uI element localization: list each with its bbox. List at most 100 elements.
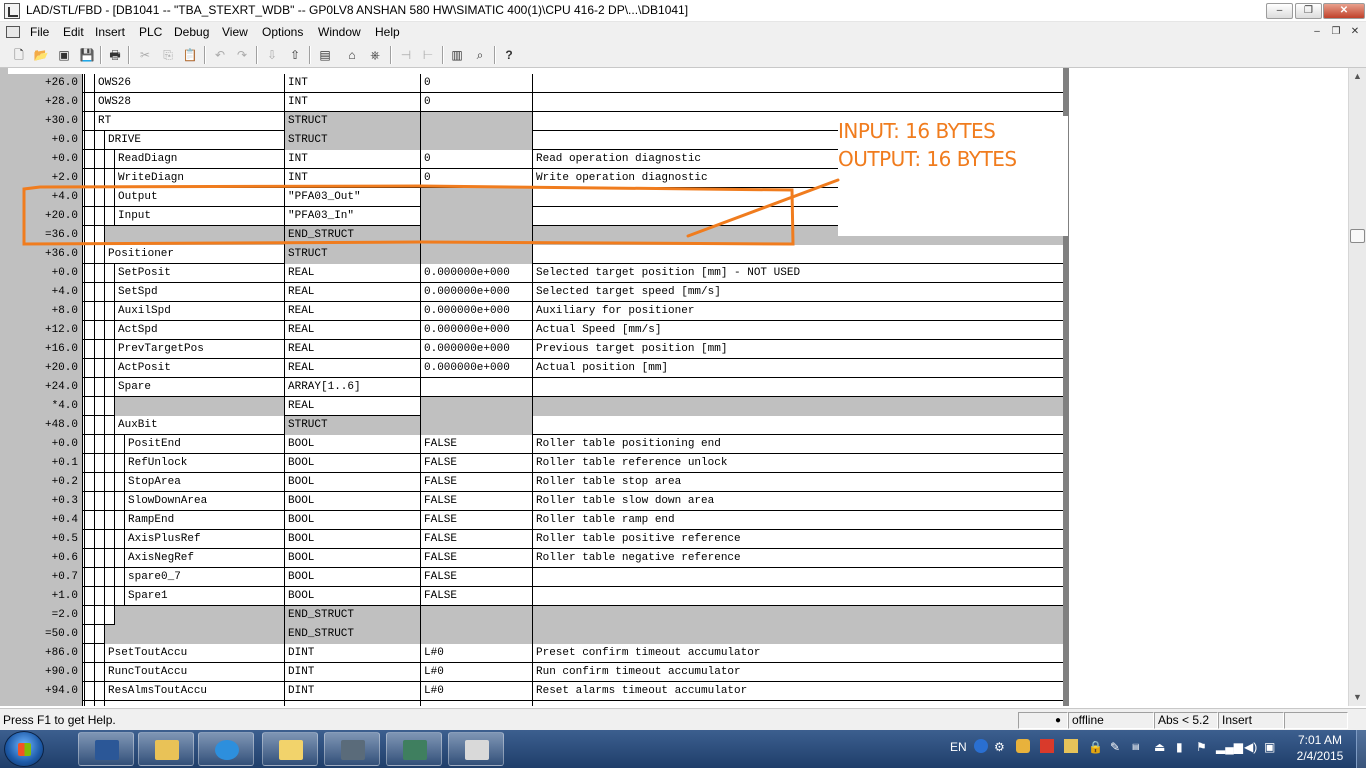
save-icon[interactable]: 💾 [78, 46, 96, 64]
clock-time[interactable]: 7:01 AM [1292, 733, 1348, 747]
name-cell[interactable]: AuxBit [114, 416, 284, 435]
tray-antivirus-icon[interactable] [1040, 739, 1054, 753]
show-desktop-button[interactable] [1356, 730, 1366, 768]
type-cell[interactable]: REAL [284, 302, 420, 321]
prev-icon[interactable]: ⊣ [397, 46, 415, 64]
name-cell[interactable]: StopArea [124, 473, 284, 492]
comment-cell[interactable] [532, 74, 1063, 93]
initial-value-cell[interactable]: 0.000000e+000 [420, 359, 532, 378]
initial-value-cell[interactable]: FALSE [420, 568, 532, 587]
name-cell[interactable]: Input [114, 207, 284, 226]
table-row[interactable]: +0.6 AxisNegRef BOOL FALSE Roller table nega… [8, 549, 1063, 568]
table-row[interactable]: +4.0 SetSpd REAL 0.000000e+000 Selected targ… [8, 283, 1063, 302]
type-cell[interactable]: BOOL [284, 587, 420, 606]
type-cell[interactable]: "PFA03_In" [284, 207, 420, 226]
table-row[interactable]: +86.0 PsetToutAccu DINT L#0 Preset confirm t… [8, 644, 1063, 663]
initial-value-cell[interactable]: 0 [420, 93, 532, 112]
comment-cell[interactable]: Selected target speed [mm/s] [532, 283, 1063, 302]
name-cell[interactable] [104, 625, 284, 644]
initial-value-cell[interactable] [420, 416, 532, 435]
initial-value-cell[interactable]: 0 [420, 150, 532, 169]
tray-battery-icon[interactable]: ▮ [1176, 740, 1183, 754]
close-button[interactable]: ✕ [1323, 3, 1365, 19]
comment-cell[interactable]: Roller table ramp end [532, 511, 1063, 530]
name-cell[interactable]: spare0_7 [124, 568, 284, 587]
initial-value-cell[interactable] [420, 245, 532, 264]
name-cell[interactable]: RampEnd [124, 511, 284, 530]
taskbar-folder[interactable] [262, 732, 318, 766]
type-cell[interactable]: STRUCT [284, 112, 420, 131]
vertical-scrollbar[interactable]: ▲ ▼ [1348, 68, 1366, 706]
type-cell[interactable]: BOOL [284, 549, 420, 568]
initial-value-cell[interactable]: 0.000000e+000 [420, 340, 532, 359]
name-cell[interactable]: ActPosit [114, 359, 284, 378]
table-row[interactable]: +0.1 RefUnlock BOOL FALSE Roller table refer… [8, 454, 1063, 473]
menu-help[interactable]: Help [375, 25, 400, 39]
table-row[interactable]: +0.3 SlowDownArea BOOL FALSE Roller table sl… [8, 492, 1063, 511]
table-row[interactable]: =2.0 END_STRUCT [8, 606, 1063, 625]
comment-cell[interactable] [532, 701, 1063, 706]
undo-icon[interactable]: ↶ [211, 46, 229, 64]
initial-value-cell[interactable]: L#0 [420, 663, 532, 682]
open-icon[interactable]: 📂 [32, 46, 50, 64]
type-cell[interactable]: ARRAY[1..6] [284, 378, 420, 397]
comment-cell[interactable]: Roller table reference unlock [532, 454, 1063, 473]
tray-flag-icon[interactable]: ⚑ [1196, 740, 1207, 754]
initial-value-cell[interactable] [420, 397, 532, 416]
name-cell[interactable]: PrevTargetPos [114, 340, 284, 359]
whats-this-icon[interactable]: ? [500, 46, 518, 64]
scroll-down-icon[interactable]: ▼ [1349, 689, 1366, 706]
taskbar-hw-config[interactable] [386, 732, 442, 766]
comment-cell[interactable]: Actual position [mm] [532, 359, 1063, 378]
type-cell[interactable]: END_STRUCT [284, 625, 420, 644]
comment-cell[interactable]: Auxiliary for positioner [532, 302, 1063, 321]
help-icon[interactable] [974, 739, 988, 753]
paste-icon[interactable]: 📋 [181, 46, 199, 64]
table-row[interactable]: =50.0 END_STRUCT [8, 625, 1063, 644]
load-icon[interactable]: ⇩ [263, 46, 281, 64]
initial-value-cell[interactable]: FALSE [420, 549, 532, 568]
initial-value-cell[interactable]: 0.000000e+000 [420, 283, 532, 302]
type-cell[interactable]: INT [284, 74, 420, 93]
name-cell[interactable]: WriteDiagn [114, 169, 284, 188]
name-cell[interactable]: PsetToutAccu [104, 644, 284, 663]
tray-key-icon[interactable] [1064, 739, 1078, 753]
taskbar-ie[interactable] [198, 732, 254, 766]
initial-value-cell[interactable]: FALSE [420, 587, 532, 606]
network-icon[interactable]: ⎈ [366, 46, 384, 64]
accessible-nodes-icon[interactable]: ▣ [55, 46, 73, 64]
type-cell[interactable]: BOOL [284, 473, 420, 492]
initial-value-cell[interactable]: L#0 [420, 644, 532, 663]
volume-icon[interactable]: ◀) [1244, 740, 1257, 754]
comment-cell[interactable] [532, 606, 1063, 625]
table-row[interactable]: +28.0 OWS28 INT 0 [8, 93, 1063, 112]
initial-value-cell[interactable] [420, 701, 532, 706]
name-cell[interactable]: DRIVE [104, 131, 284, 150]
type-cell[interactable] [284, 701, 420, 706]
comment-cell[interactable]: Actual Speed [mm/s] [532, 321, 1063, 340]
name-cell[interactable] [104, 701, 284, 706]
comment-cell[interactable]: Roller table slow down area [532, 492, 1063, 511]
initial-value-cell[interactable] [420, 188, 532, 207]
name-cell[interactable]: OWS26 [94, 74, 284, 93]
initial-value-cell[interactable]: FALSE [420, 530, 532, 549]
type-cell[interactable]: REAL [284, 359, 420, 378]
type-cell[interactable]: DINT [284, 644, 420, 663]
name-cell[interactable] [104, 226, 284, 245]
restore-button[interactable]: ❐ [1295, 3, 1322, 19]
name-cell[interactable]: SlowDownArea [124, 492, 284, 511]
initial-value-cell[interactable]: 0.000000e+000 [420, 302, 532, 321]
table-row[interactable]: +48.0 AuxBit STRUCT [8, 416, 1063, 435]
type-cell[interactable]: "PFA03_Out" [284, 188, 420, 207]
initial-value-cell[interactable] [420, 606, 532, 625]
menu-options[interactable]: Options [262, 25, 303, 39]
name-cell[interactable]: AxisPlusRef [124, 530, 284, 549]
name-cell[interactable]: Spare1 [124, 587, 284, 606]
comment-cell[interactable]: Roller table stop area [532, 473, 1063, 492]
initial-value-cell[interactable] [420, 226, 532, 245]
name-cell[interactable]: Spare [114, 378, 284, 397]
initial-value-cell[interactable] [420, 112, 532, 131]
initial-value-cell[interactable]: 0 [420, 74, 532, 93]
table-row[interactable]: +16.0 PrevTargetPos REAL 0.000000e+000 Previ… [8, 340, 1063, 359]
taskbar-word[interactable] [78, 732, 134, 766]
